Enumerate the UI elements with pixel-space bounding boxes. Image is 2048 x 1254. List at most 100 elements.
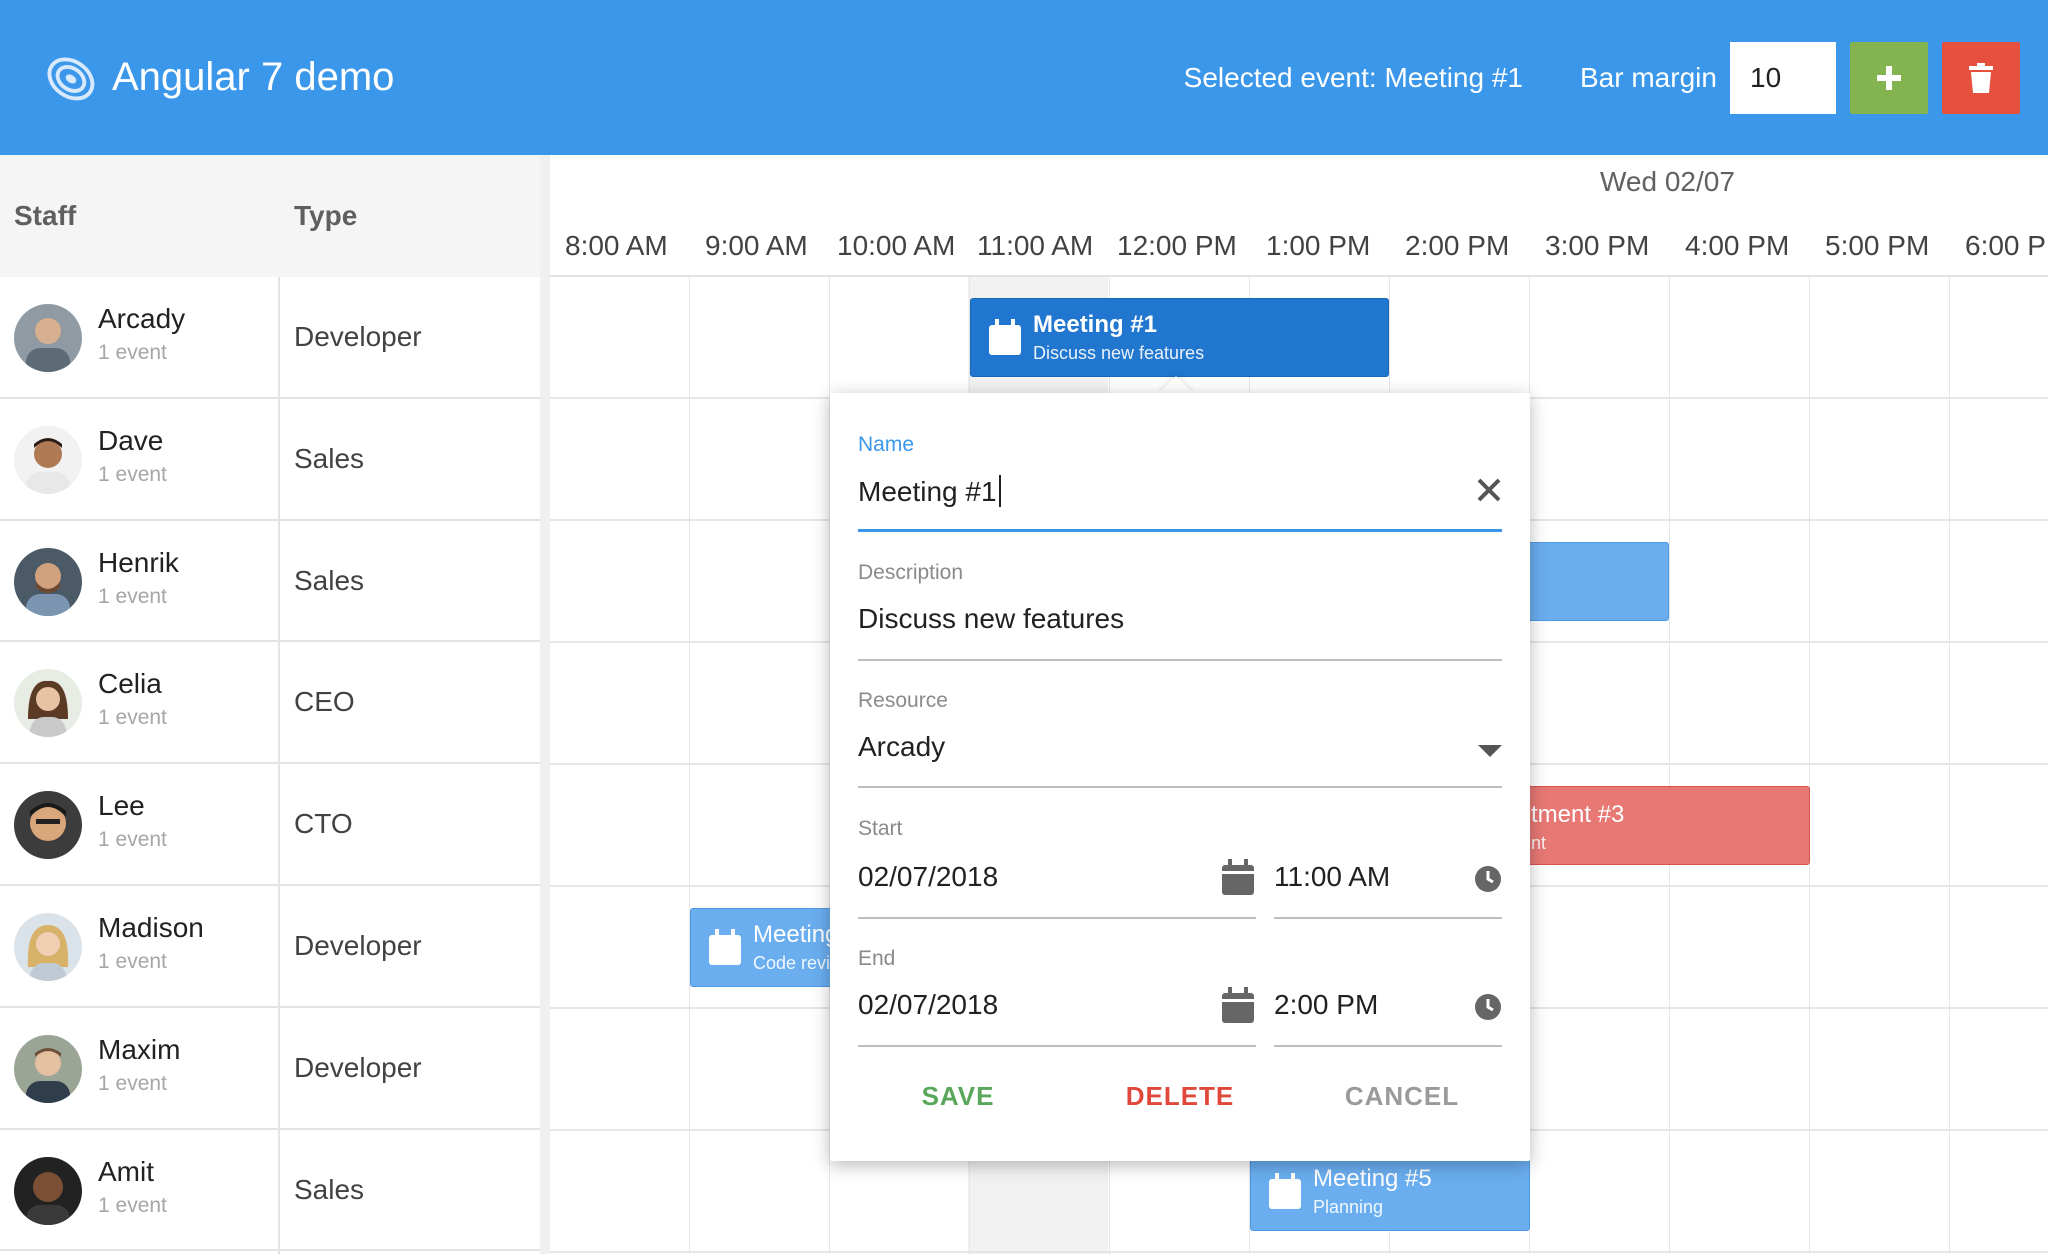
event-appointment-3[interactable]: tment #3 nt — [1520, 786, 1810, 865]
hour-label: 6:00 PM — [1965, 230, 2048, 261]
hour-label: 10:00 AM — [837, 230, 956, 261]
staff-event-count: 1 event — [98, 584, 167, 608]
clock-icon[interactable] — [1474, 993, 1502, 1021]
column-header-staff[interactable]: Staff — [14, 200, 76, 232]
start-time-input[interactable]: 11:00 AM — [1274, 861, 1390, 893]
clock-icon[interactable] — [1474, 865, 1502, 893]
end-time-input[interactable]: 2:00 PM — [1274, 989, 1378, 1021]
delete-button[interactable]: DELETE — [1080, 1081, 1280, 1112]
calendar-icon[interactable] — [1222, 859, 1254, 895]
resource-header — [0, 155, 540, 277]
hour-label: 3:00 PM — [1545, 230, 1650, 261]
staff-name: Celia — [98, 668, 162, 700]
staff-row[interactable]: Madison 1 event Developer — [0, 886, 540, 1008]
panel-splitter[interactable] — [540, 155, 550, 1254]
dropdown-arrow-icon[interactable] — [1478, 745, 1502, 759]
logo-icon — [47, 57, 95, 101]
staff-row[interactable]: Dave 1 event Sales — [0, 399, 540, 521]
name-value: Meeting #1 — [858, 476, 997, 507]
selected-event-text: Selected event: Meeting #1 — [1183, 62, 1523, 93]
description-input[interactable]: Discuss new features — [858, 603, 1124, 635]
resource-label: Resource — [858, 689, 948, 712]
staff-row[interactable]: Arcady 1 event Developer — [0, 277, 540, 399]
hour-label: 1:00 PM — [1266, 230, 1371, 261]
event-description: nt — [1531, 833, 1547, 853]
staff-event-count: 1 event — [98, 1071, 167, 1095]
start-label: Start — [858, 817, 903, 840]
hour-label: 11:00 AM — [977, 230, 1094, 261]
staff-event-count: 1 event — [98, 828, 167, 852]
staff-type: Sales — [294, 442, 365, 474]
clear-icon[interactable] — [1476, 477, 1502, 503]
trash-icon — [1969, 63, 1993, 93]
end-time-underline — [1274, 1045, 1502, 1047]
app-title: Angular 7 demo — [112, 55, 395, 99]
end-date-input[interactable]: 02/07/2018 — [858, 989, 998, 1021]
staff-event-count: 1 event — [98, 462, 167, 486]
end-label: End — [858, 947, 896, 970]
event-meeting-1[interactable]: Meeting #1 Discuss new features — [970, 298, 1389, 377]
staff-type: Developer — [294, 929, 422, 961]
staff-event-count: 1 event — [98, 949, 167, 973]
start-date-underline — [858, 917, 1256, 919]
calendar-icon — [709, 929, 741, 965]
staff-row[interactable]: Amit 1 event Sales — [0, 1130, 540, 1252]
hour-label: 9:00 AM — [705, 230, 808, 261]
staff-row[interactable]: Celia 1 event CEO — [0, 642, 540, 765]
event-meeting-5[interactable]: Meeting #5 Planning — [1250, 1152, 1530, 1231]
staff-type: CEO — [294, 686, 355, 718]
staff-row[interactable]: Henrik 1 event Sales — [0, 521, 540, 643]
plus-icon — [1877, 66, 1901, 90]
bar-margin-label: Bar margin — [1580, 62, 1717, 93]
resource-select[interactable]: Arcady — [858, 731, 945, 763]
calendar-icon[interactable] — [1222, 987, 1254, 1023]
staff-type: CTO — [294, 808, 353, 840]
avatar — [14, 304, 82, 372]
event-editor-popup: Name Meeting #1 Description Discuss new … — [830, 393, 1530, 1161]
start-time-underline — [1274, 917, 1502, 919]
text-cursor — [998, 475, 1001, 507]
name-underline — [858, 529, 1502, 532]
avatar — [14, 547, 82, 616]
staff-type: Developer — [294, 321, 422, 352]
description-underline — [858, 659, 1502, 661]
calendar-icon — [1269, 1173, 1301, 1209]
cancel-button[interactable]: CANCEL — [1302, 1081, 1502, 1112]
end-date-underline — [858, 1045, 1256, 1047]
hour-label: 2:00 PM — [1405, 230, 1510, 261]
staff-name: Arcady — [98, 303, 186, 334]
day-label: Wed 02/07 — [1600, 166, 1735, 197]
avatar — [14, 791, 82, 860]
event-henrik[interactable] — [1520, 542, 1669, 621]
hour-label: 5:00 PM — [1825, 230, 1930, 261]
staff-row[interactable]: Maxim 1 event Developer — [0, 1008, 540, 1130]
staff-row[interactable]: Lee 1 event CTO — [0, 764, 540, 886]
name-input[interactable]: Meeting #1 — [858, 475, 1001, 508]
staff-event-count: 1 event — [98, 1193, 167, 1217]
event-title: Meeting #1 — [1033, 311, 1158, 338]
avatar — [14, 425, 82, 494]
event-madison-meeting[interactable]: Meeting Code review — [690, 908, 840, 987]
column-divider — [278, 277, 280, 1254]
staff-name: Maxim — [98, 1033, 181, 1065]
staff-type: Developer — [294, 1051, 422, 1083]
event-title: tment #3 — [1531, 801, 1625, 828]
delete-event-button[interactable] — [1942, 42, 2020, 114]
staff-event-count: 1 event — [98, 341, 167, 364]
add-event-button[interactable] — [1850, 42, 1928, 114]
staff-name: Henrik — [98, 546, 179, 578]
event-description: Code review — [753, 953, 839, 973]
bar-margin-input[interactable] — [1730, 42, 1836, 114]
event-description: Discuss new features — [1033, 343, 1205, 363]
description-label: Description — [858, 561, 964, 584]
staff-type: Sales — [294, 1173, 365, 1205]
avatar — [14, 912, 82, 981]
save-button[interactable]: SAVE — [858, 1081, 1058, 1112]
column-header-type[interactable]: Type — [294, 200, 357, 232]
event-title: Meeting #5 — [1313, 1165, 1432, 1192]
start-date-input[interactable]: 02/07/2018 — [858, 861, 998, 893]
hour-label: 8:00 AM — [565, 230, 668, 261]
staff-name: Madison — [98, 911, 204, 943]
staff-name: Amit — [98, 1155, 154, 1187]
event-description: Planning — [1313, 1197, 1384, 1217]
